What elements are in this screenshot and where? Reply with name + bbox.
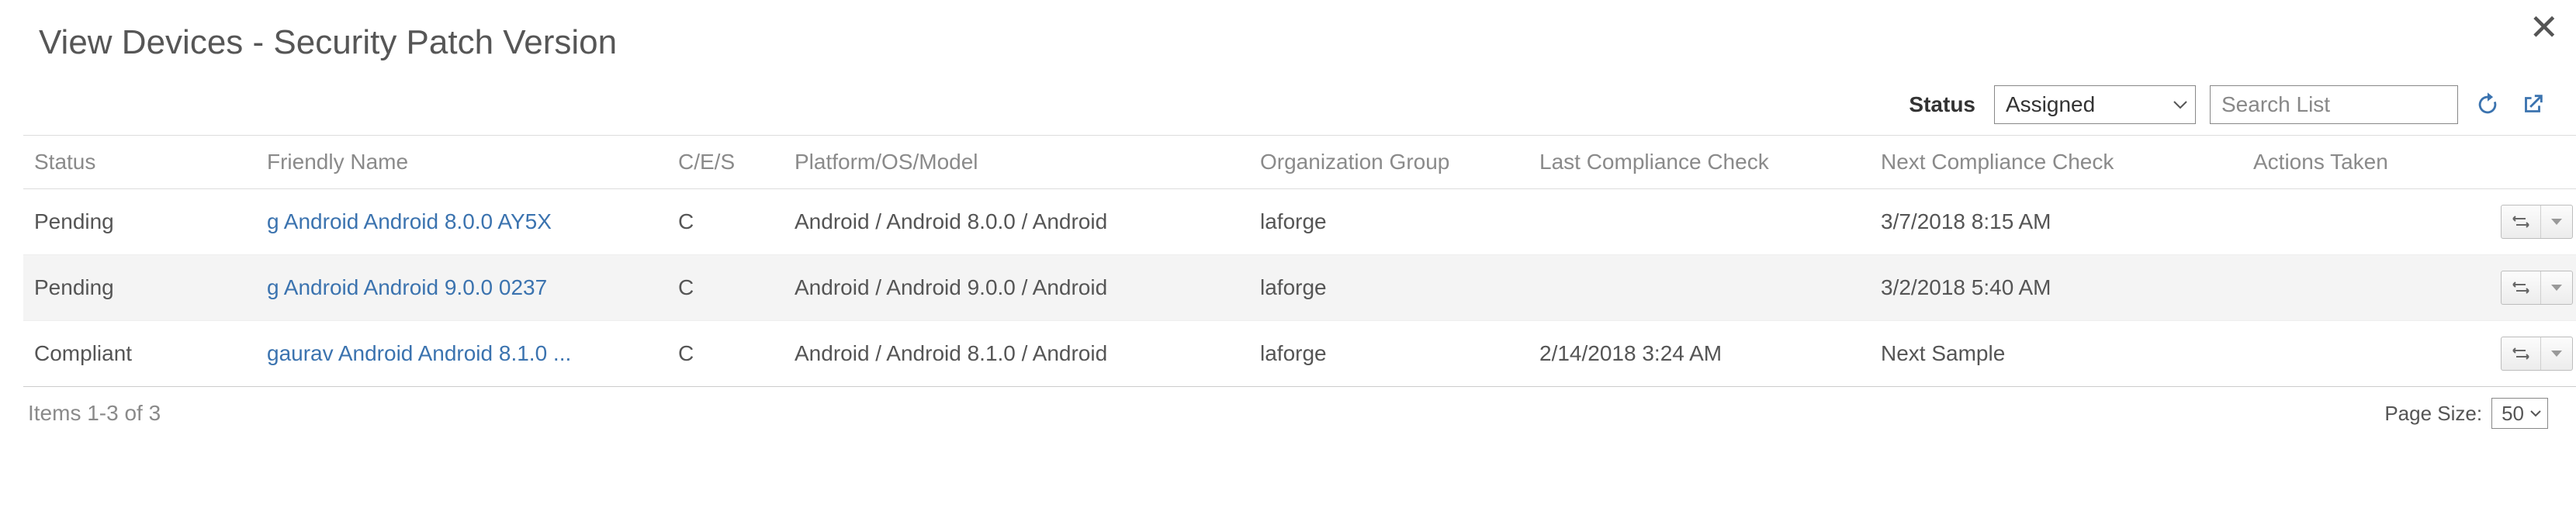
cell-next-check: 3/2/2018 5:40 AM <box>1870 255 2242 321</box>
table-body: Pending g Android Android 8.0.0 AY5X C A… <box>23 189 2576 387</box>
cell-platform: Android / Android 9.0.0 / Android <box>784 255 1249 321</box>
cell-ces: C <box>667 321 784 387</box>
cell-status: Pending <box>23 189 256 255</box>
cell-platform: Android / Android 8.0.0 / Android <box>784 189 1249 255</box>
cell-actions-taken <box>2242 255 2475 321</box>
cell-org-group: laforge <box>1249 255 1529 321</box>
cell-friendly-name-link[interactable]: g Android Android 8.0.0 AY5X <box>256 189 667 255</box>
col-header-next-check[interactable]: Next Compliance Check <box>1870 136 2242 189</box>
reevaluate-icon <box>2502 271 2540 304</box>
table-footer: Items 1-3 of 3 Page Size: 50 <box>23 387 2553 429</box>
cell-actions-taken <box>2242 321 2475 387</box>
status-filter-value: Assigned <box>2006 92 2095 117</box>
cell-platform: Android / Android 8.1.0 / Android <box>784 321 1249 387</box>
status-filter-select[interactable]: Assigned <box>1994 85 2196 124</box>
table-row: Pending g Android Android 9.0.0 0237 C A… <box>23 255 2576 321</box>
export-icon[interactable] <box>2517 89 2548 120</box>
reevaluate-icon <box>2502 206 2540 238</box>
reevaluate-icon <box>2502 337 2540 370</box>
row-action-button[interactable] <box>2501 337 2573 371</box>
cell-friendly-name-link[interactable]: gaurav Android Android 8.1.0 ... <box>256 321 667 387</box>
col-header-org-group[interactable]: Organization Group <box>1249 136 1529 189</box>
caret-down-icon <box>2540 206 2572 238</box>
table-row: Pending g Android Android 8.0.0 AY5X C A… <box>23 189 2576 255</box>
col-header-actions[interactable]: Actions Taken <box>2242 136 2475 189</box>
table-header-row: Status Friendly Name C/E/S Platform/OS/M… <box>23 136 2576 189</box>
search-input[interactable] <box>2210 85 2458 124</box>
col-header-status[interactable]: Status <box>23 136 256 189</box>
toolbar: Status Assigned <box>23 85 2553 135</box>
cell-actions-taken <box>2242 189 2475 255</box>
cell-ces: C <box>667 189 784 255</box>
caret-down-icon <box>2540 271 2572 304</box>
col-header-platform[interactable]: Platform/OS/Model <box>784 136 1249 189</box>
cell-org-group: laforge <box>1249 189 1529 255</box>
modal-title: View Devices - Security Patch Version <box>39 23 2553 62</box>
row-action-button[interactable] <box>2501 271 2573 305</box>
page-size-control: Page Size: 50 <box>2384 398 2548 429</box>
chevron-down-icon <box>2530 409 2541 417</box>
row-action-button[interactable] <box>2501 205 2573 239</box>
col-header-friendly-name[interactable]: Friendly Name <box>256 136 667 189</box>
cell-status: Compliant <box>23 321 256 387</box>
page-size-value: 50 <box>2502 402 2524 426</box>
view-devices-modal: ✕ View Devices - Security Patch Version … <box>0 0 2576 452</box>
cell-last-check <box>1529 255 1870 321</box>
page-size-select[interactable]: 50 <box>2491 398 2548 429</box>
devices-table: Status Friendly Name C/E/S Platform/OS/M… <box>23 135 2576 387</box>
page-size-label: Page Size: <box>2384 402 2482 426</box>
chevron-down-icon <box>2173 100 2187 109</box>
col-header-last-check[interactable]: Last Compliance Check <box>1529 136 1870 189</box>
cell-next-check: Next Sample <box>1870 321 2242 387</box>
table-row: Compliant gaurav Android Android 8.1.0 .… <box>23 321 2576 387</box>
cell-friendly-name-link[interactable]: g Android Android 9.0.0 0237 <box>256 255 667 321</box>
cell-org-group: laforge <box>1249 321 1529 387</box>
caret-down-icon <box>2540 337 2572 370</box>
status-filter-label: Status <box>1909 92 1975 117</box>
cell-next-check: 3/7/2018 8:15 AM <box>1870 189 2242 255</box>
cell-status: Pending <box>23 255 256 321</box>
col-header-ces[interactable]: C/E/S <box>667 136 784 189</box>
cell-ces: C <box>667 255 784 321</box>
refresh-icon[interactable] <box>2472 89 2503 120</box>
cell-last-check: 2/14/2018 3:24 AM <box>1529 321 1870 387</box>
items-summary: Items 1-3 of 3 <box>28 401 161 426</box>
close-icon[interactable]: ✕ <box>2529 9 2559 45</box>
cell-last-check <box>1529 189 1870 255</box>
